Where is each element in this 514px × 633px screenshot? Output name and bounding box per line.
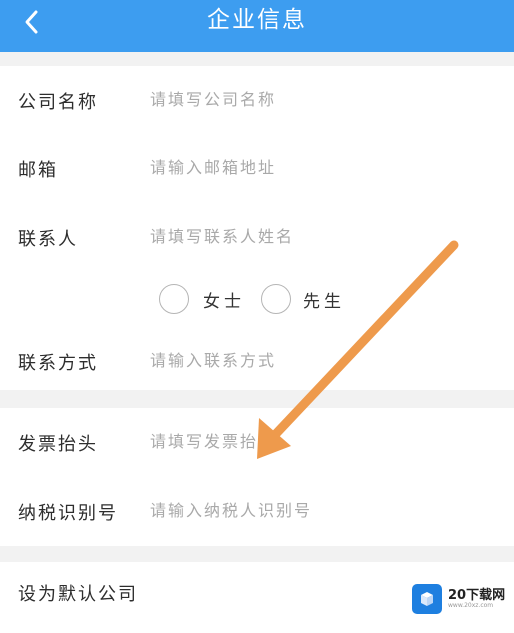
contact-label: 联系人 [18, 229, 78, 250]
male-radio[interactable] [261, 284, 291, 314]
page-title: 企业信息 [207, 7, 307, 33]
phone-label: 联系方式 [18, 353, 98, 374]
tax-id-input[interactable] [150, 495, 450, 525]
tax-id-label: 纳税识别号 [18, 503, 118, 524]
company-name-label: 公司名称 [18, 92, 98, 113]
email-label: 邮箱 [18, 160, 58, 181]
watermark-logo-icon [412, 584, 442, 614]
watermark-url: www.20xz.com [448, 602, 494, 609]
email-input[interactable] [150, 152, 450, 182]
invoice-title-input[interactable] [150, 426, 450, 456]
watermark-text: 20下载网 [448, 588, 506, 603]
contact-input[interactable] [150, 221, 450, 251]
female-radio-label[interactable]: 女士 [203, 287, 245, 312]
site-watermark: 20下载网 www.20xz.com [412, 584, 508, 616]
male-radio-label[interactable]: 先生 [303, 287, 345, 312]
default-company-label[interactable]: 设为默认公司 [18, 580, 138, 606]
top-bar: 企业信息 [0, 0, 514, 52]
phone-input[interactable] [150, 345, 450, 375]
company-name-input[interactable] [150, 84, 450, 114]
female-radio[interactable] [159, 284, 189, 314]
invoice-title-label: 发票抬头 [18, 434, 98, 455]
